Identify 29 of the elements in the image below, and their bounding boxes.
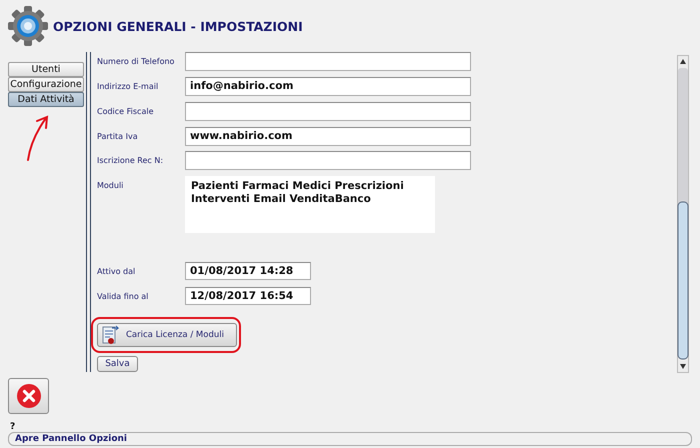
input-field[interactable]: info@nabirio.com (185, 76, 471, 96)
field-label: Partita Iva (97, 130, 139, 141)
close-icon (16, 383, 42, 409)
help-mark: ? (10, 422, 16, 432)
date-field[interactable]: 01/08/2017 14:28 (185, 262, 311, 280)
input-field[interactable]: www.nabirio.com (185, 126, 471, 146)
field-label: Moduli (97, 180, 124, 190)
date-field[interactable]: 12/08/2017 16:54 (185, 286, 311, 304)
field-label: Valida fino al (97, 290, 150, 300)
nav-tab[interactable]: Dati Attività (8, 92, 84, 107)
field-label: Indirizzo E-mail (97, 80, 160, 91)
field-label: Codice Fiscale (97, 106, 154, 116)
input-field[interactable] (185, 102, 471, 121)
gear-icon (7, 5, 49, 47)
nav-tab[interactable]: Configurazione (8, 77, 84, 92)
field-label: Numero di Telefono (97, 56, 176, 66)
input-field[interactable] (185, 151, 471, 170)
nav-tab[interactable]: Utenti (8, 62, 84, 77)
field-label: Iscrizione Rec N: (97, 155, 164, 166)
field-label: Attivo dal (97, 266, 136, 276)
input-field[interactable] (185, 52, 471, 71)
window-title: OPZIONI GENERALI - IMPOSTAZIONI (53, 18, 303, 34)
scrollbar[interactable] (677, 55, 689, 373)
certificate-icon (102, 325, 120, 346)
close-button[interactable] (8, 378, 49, 414)
license-button[interactable]: Carica Licenza / Moduli (97, 323, 237, 348)
save-button[interactable]: Salva (97, 356, 138, 372)
status-bar: Apre Pannello Opzioni (8, 432, 692, 446)
modules-text-area[interactable]: Pazienti Farmaci Medici Prescrizioni Interventi Email VenditaBanco (185, 176, 435, 234)
